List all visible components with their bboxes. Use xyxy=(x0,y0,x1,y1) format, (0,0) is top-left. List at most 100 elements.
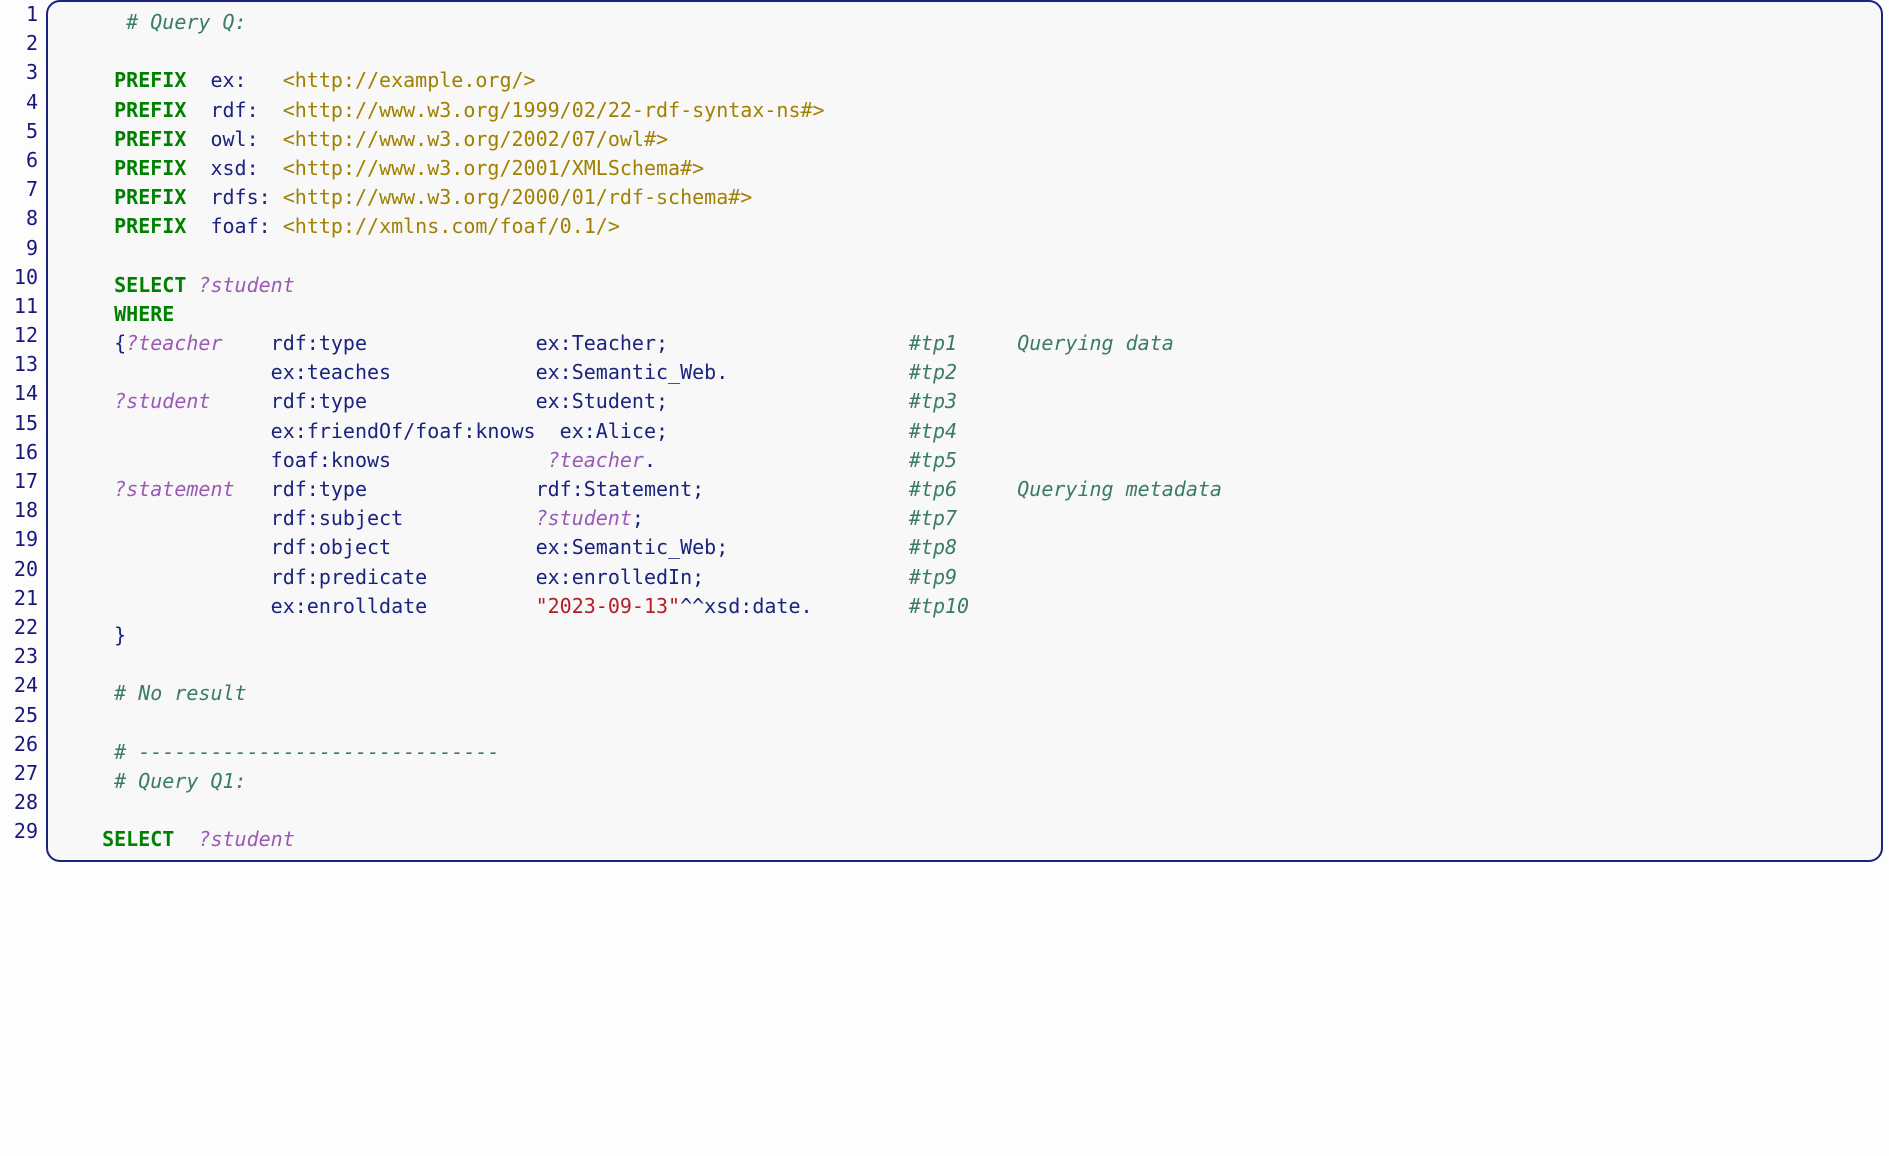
code-line xyxy=(48,650,1881,679)
token xyxy=(728,535,909,559)
token: ex:Teacher xyxy=(536,331,656,355)
token: ex:Alice xyxy=(560,419,656,443)
token xyxy=(259,156,283,180)
token xyxy=(186,98,210,122)
token: ?statement xyxy=(114,477,234,501)
code-line: } xyxy=(48,621,1881,650)
token: <http://example.org/> xyxy=(283,68,536,92)
token: #tp9 xyxy=(909,565,957,589)
token xyxy=(78,389,114,413)
token: rdfs: xyxy=(210,185,270,209)
line-number: 25 xyxy=(6,701,38,730)
token: rdf: xyxy=(210,98,258,122)
token: rdf:Statement xyxy=(536,477,693,501)
token: #tp3 xyxy=(909,389,957,413)
token xyxy=(391,360,536,384)
token xyxy=(668,331,909,355)
token: #tp8 xyxy=(909,535,957,559)
token: # Query Q: xyxy=(126,10,246,34)
token: PREFIX xyxy=(114,185,186,209)
token xyxy=(78,827,102,851)
token xyxy=(644,506,909,530)
token xyxy=(78,623,114,647)
token: # ------------------------------ xyxy=(114,740,499,764)
code-line: rdf:predicate ex:enrolledIn; #tp9 xyxy=(48,563,1881,592)
token: PREFIX xyxy=(114,68,186,92)
line-number: 24 xyxy=(6,671,38,700)
token: ; xyxy=(632,506,644,530)
line-number: 27 xyxy=(6,759,38,788)
token: #tp1 Querying data xyxy=(909,331,1174,355)
token xyxy=(78,419,271,443)
token: ex: xyxy=(210,68,246,92)
token xyxy=(259,127,283,151)
token: ; xyxy=(656,331,668,355)
token: # No result xyxy=(114,681,246,705)
line-number: 8 xyxy=(6,204,38,233)
token xyxy=(728,360,909,384)
token xyxy=(78,360,271,384)
token: #tp2 xyxy=(909,360,957,384)
line-number: 23 xyxy=(6,642,38,671)
line-number: 28 xyxy=(6,788,38,817)
token xyxy=(813,594,909,618)
token: <http://xmlns.com/foaf/0.1/> xyxy=(283,214,620,238)
line-number: 14 xyxy=(6,379,38,408)
line-number: 20 xyxy=(6,555,38,584)
token: PREFIX xyxy=(114,98,186,122)
token: PREFIX xyxy=(114,156,186,180)
token: ex:Student xyxy=(536,389,656,413)
token xyxy=(656,448,909,472)
token: foaf:knows xyxy=(271,448,391,472)
token xyxy=(403,506,535,530)
line-number: 13 xyxy=(6,350,38,379)
token xyxy=(78,273,114,297)
token: rdf:object xyxy=(271,535,391,559)
token: ex:friendOf/foaf:knows xyxy=(271,419,536,443)
token: #tp10 xyxy=(909,594,969,618)
token: # Query Q1: xyxy=(114,769,246,793)
token xyxy=(186,185,210,209)
line-number: 19 xyxy=(6,525,38,554)
token: WHERE xyxy=(114,302,174,326)
line-number: 3 xyxy=(6,58,38,87)
token: ?student xyxy=(198,273,294,297)
token: #tp4 xyxy=(909,419,957,443)
code-line: # Query Q1: xyxy=(48,767,1881,796)
token: #tp6 Querying metadata xyxy=(909,477,1222,501)
token xyxy=(391,448,548,472)
code-line: PREFIX owl: <http://www.w3.org/2002/07/o… xyxy=(48,125,1881,154)
token xyxy=(78,156,114,180)
line-number: 26 xyxy=(6,730,38,759)
code-line: ex:teaches ex:Semantic_Web. #tp2 xyxy=(48,358,1881,387)
code-line: ?student rdf:type ex:Student; #tp3 xyxy=(48,387,1881,416)
line-number: 29 xyxy=(6,817,38,846)
token xyxy=(247,68,283,92)
token xyxy=(78,98,114,122)
token xyxy=(78,769,114,793)
code-line xyxy=(48,37,1881,66)
token: } xyxy=(114,623,126,647)
token xyxy=(78,740,114,764)
token xyxy=(78,185,114,209)
token xyxy=(427,565,535,589)
token: ?student xyxy=(114,389,210,413)
token xyxy=(536,419,560,443)
token xyxy=(259,98,283,122)
line-number: 21 xyxy=(6,584,38,613)
token xyxy=(78,681,114,705)
code-line: PREFIX foaf: <http://xmlns.com/foaf/0.1/… xyxy=(48,212,1881,241)
token: ?teacher xyxy=(126,331,222,355)
token xyxy=(186,68,210,92)
token: ex:Semantic_Web xyxy=(536,360,717,384)
code-line: PREFIX rdfs: <http://www.w3.org/2000/01/… xyxy=(48,183,1881,212)
line-number: 5 xyxy=(6,117,38,146)
token xyxy=(78,448,271,472)
token: "2023-09-13" xyxy=(536,594,681,618)
token xyxy=(391,535,536,559)
token: SELECT xyxy=(114,273,186,297)
code-line: # No result xyxy=(48,679,1881,708)
token xyxy=(78,214,114,238)
token: #tp5 xyxy=(909,448,957,472)
token xyxy=(186,127,210,151)
